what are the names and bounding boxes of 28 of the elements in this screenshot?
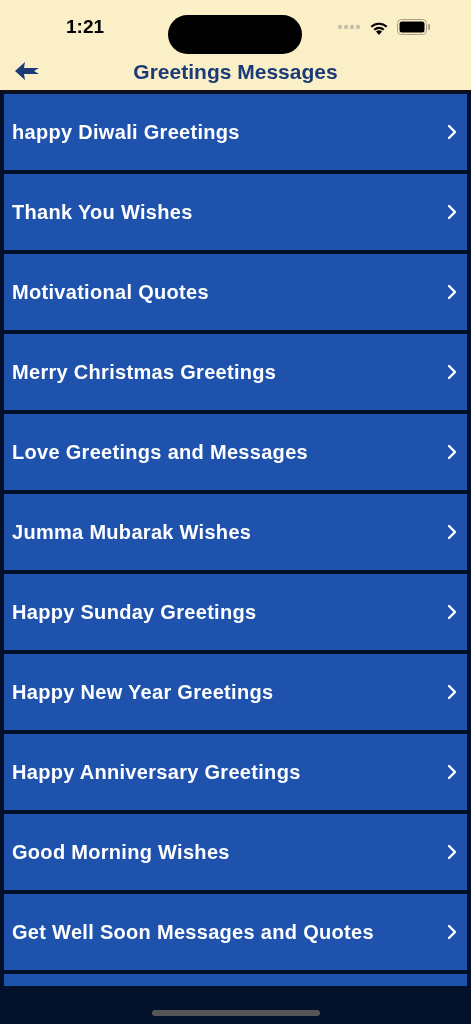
- chevron-right-icon: [447, 204, 457, 220]
- back-button[interactable]: [14, 59, 40, 83]
- list-item[interactable]: Happy New Year Greetings: [4, 654, 467, 730]
- chevron-right-icon: [447, 924, 457, 940]
- battery-icon: [397, 19, 431, 35]
- chevron-right-icon: [447, 124, 457, 140]
- status-time: 1:21: [65, 14, 105, 39]
- list-item[interactable]: Motivational Quotes: [4, 254, 467, 330]
- chevron-right-icon: [447, 764, 457, 780]
- list-item[interactable]: Merry Christmas Greetings: [4, 334, 467, 410]
- list-item[interactable]: Love Greetings and Messages: [4, 414, 467, 490]
- list-item[interactable]: Good Morning Wishes: [4, 814, 467, 890]
- list-item[interactable]: Thank You Wishes: [4, 174, 467, 250]
- chevron-right-icon: [447, 684, 457, 700]
- page-title: Greetings Messages: [133, 59, 338, 86]
- chevron-right-icon: [447, 364, 457, 380]
- chevron-right-icon: [447, 284, 457, 300]
- list-item[interactable]: happy Diwali Greetings: [4, 94, 467, 170]
- list-item[interactable]: Happy Sunday Greetings: [4, 574, 467, 650]
- list-item[interactable]: Jumma Mubarak Wishes: [4, 494, 467, 570]
- signal-icon: [337, 24, 361, 30]
- chevron-right-icon: [447, 844, 457, 860]
- chevron-right-icon: [447, 524, 457, 540]
- chevron-right-icon: [447, 444, 457, 460]
- chevron-right-icon: [447, 604, 457, 620]
- back-arrow-icon: [15, 62, 39, 80]
- list-item[interactable]: Get Well Soon Messages and Quotes: [4, 894, 467, 970]
- list-item[interactable]: Happy Anniversary Greetings: [4, 734, 467, 810]
